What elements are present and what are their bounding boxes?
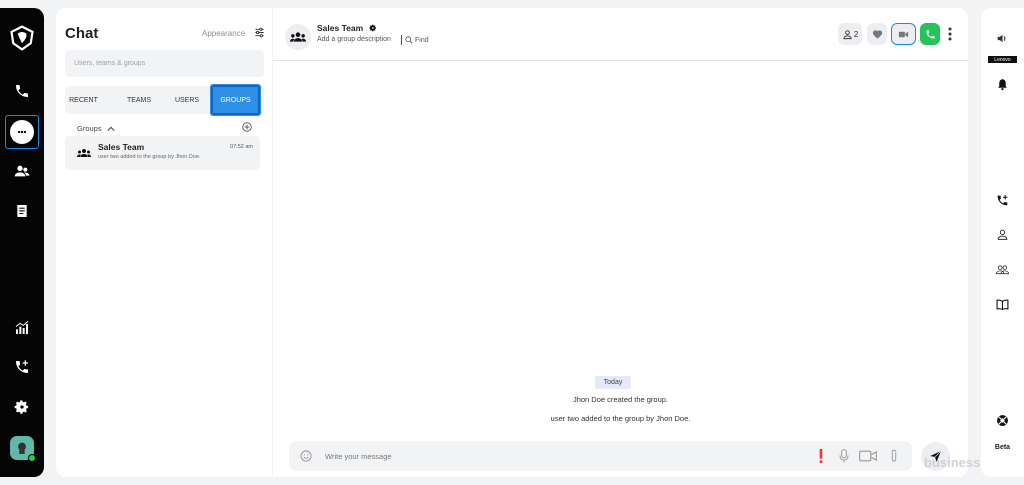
bell-icon[interactable] [992, 74, 1012, 94]
conversation-preview: user two added to the group by Jhon Doe. [98, 154, 201, 160]
phone-icon[interactable] [0, 76, 44, 106]
online-status-dot [28, 454, 36, 462]
favorite-button[interactable] [867, 23, 887, 45]
system-message: user two added to the group by Jhon Doe. [550, 414, 691, 423]
find-button[interactable]: Find [405, 36, 429, 44]
group-avatar[interactable] [285, 24, 311, 50]
video-call-button[interactable] [891, 23, 916, 45]
conversation-pane: Sales Team Add a group description Find … [273, 8, 968, 477]
tab-teams[interactable]: TEAMS [117, 86, 161, 114]
conversation-header: Sales Team Add a group description Find … [273, 8, 968, 61]
search-input[interactable]: Users, teams & groups [65, 50, 264, 77]
conversation-time: 07:52 am [230, 144, 253, 150]
contacts-icon[interactable] [0, 156, 44, 186]
chat-tabs: RECENT TEAMS USERS GROUPS [65, 84, 264, 116]
tune-icon[interactable] [254, 27, 265, 38]
member-count: 2 [853, 29, 859, 39]
header-divider [401, 35, 402, 45]
group-description-link[interactable]: Add a group description [317, 36, 391, 43]
panel-title: Chat [65, 25, 99, 42]
attachment-icon[interactable] [889, 449, 899, 463]
microphone-icon[interactable] [838, 449, 850, 463]
chat-icon [10, 120, 34, 144]
find-label: Find [415, 36, 429, 44]
tab-recent[interactable]: RECENT [65, 86, 102, 114]
phone-icon [925, 29, 935, 39]
notes-icon[interactable] [0, 196, 44, 226]
groups-header-label: Groups [77, 124, 102, 133]
chevron-up-icon [107, 126, 115, 131]
date-divider: Today [595, 376, 631, 389]
user-icon[interactable] [992, 224, 1012, 244]
tab-groups[interactable]: GROUPS [210, 84, 261, 116]
video-camera-icon [898, 31, 909, 37]
left-nav-rail [0, 8, 44, 477]
groups-section-header[interactable]: Groups [77, 124, 115, 133]
priority-alert-icon[interactable] [818, 449, 824, 463]
gear-icon[interactable] [0, 392, 44, 422]
phone-add-icon[interactable] [992, 190, 1012, 210]
logo-icon[interactable] [0, 21, 44, 55]
support-icon[interactable] [992, 410, 1012, 430]
appearance-link[interactable]: Appearance [202, 29, 245, 38]
conversation-title: Sales Team [317, 23, 364, 33]
user-avatar[interactable] [10, 436, 36, 462]
system-message: Jhon Doe created the group. [572, 395, 669, 404]
more-options-icon[interactable] [948, 27, 952, 41]
heart-icon [872, 29, 882, 39]
emoji-icon[interactable] [300, 450, 312, 462]
book-icon[interactable] [992, 294, 1012, 314]
volume-icon[interactable] [992, 28, 1012, 48]
add-group-icon[interactable] [242, 122, 252, 132]
chat-nav-button[interactable] [5, 115, 39, 149]
beta-label: Beta [994, 444, 1011, 451]
conversation-item[interactable]: Sales Team 07:52 am user two added to th… [65, 136, 260, 170]
group-icon [290, 32, 306, 42]
search-icon [405, 36, 413, 44]
brand-watermark: business [924, 455, 981, 470]
app-root: Chat Appearance Users, teams & groups RE… [0, 0, 1024, 485]
voice-call-button[interactable] [920, 23, 940, 45]
users-icon[interactable] [992, 259, 1012, 279]
tab-users[interactable]: USERS [167, 86, 207, 114]
analytics-icon[interactable] [0, 313, 44, 343]
device-label: Lenovo [988, 56, 1017, 63]
conversation-name: Sales Team [98, 142, 145, 152]
group-icon [77, 149, 91, 157]
video-message-icon[interactable] [859, 449, 877, 463]
right-rail: Lenovo Beta [981, 8, 1024, 477]
members-button[interactable]: 2 [838, 23, 862, 45]
chat-list-panel: Chat Appearance Users, teams & groups RE… [56, 8, 272, 477]
message-composer: Write your message [289, 441, 912, 471]
phone-add-icon[interactable] [0, 352, 44, 382]
message-input[interactable]: Write your message [325, 452, 392, 461]
group-settings-icon[interactable] [369, 24, 377, 32]
user-icon [843, 29, 852, 39]
